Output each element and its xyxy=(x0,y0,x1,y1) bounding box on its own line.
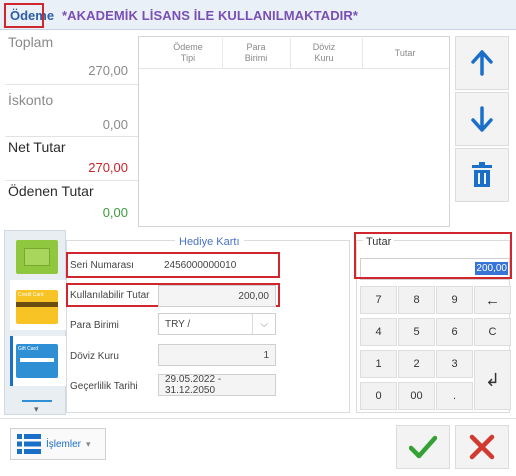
divider xyxy=(5,84,138,85)
key-decimal[interactable]: . xyxy=(436,382,473,410)
key-4[interactable]: 4 xyxy=(360,318,397,346)
key-6[interactable]: 6 xyxy=(436,318,473,346)
credit-card-tile-text: Credit Card xyxy=(18,292,44,298)
column-header-doviz-kuru[interactable]: Döviz Kuru xyxy=(294,42,354,64)
clear-key[interactable]: C xyxy=(474,318,511,346)
credit-card-tile[interactable]: Credit Card xyxy=(16,290,58,324)
scroll-down-icon[interactable]: ▾ xyxy=(34,404,39,415)
seri-numarasi-label: Seri Numarası xyxy=(70,260,134,271)
move-up-button[interactable] xyxy=(455,36,509,90)
key-00[interactable]: 00 xyxy=(398,382,435,410)
key-9[interactable]: 9 xyxy=(436,286,473,314)
key-7[interactable]: 7 xyxy=(360,286,397,314)
key-2[interactable]: 2 xyxy=(398,350,435,378)
divider xyxy=(5,136,138,137)
key-1[interactable]: 1 xyxy=(360,350,397,378)
doviz-kuru-field: 1 xyxy=(158,344,276,366)
grid-header-divider xyxy=(139,68,449,69)
move-down-button[interactable] xyxy=(455,92,509,146)
checkmark-icon xyxy=(409,435,437,459)
gift-card-tile-text: Gift Card xyxy=(18,346,39,352)
islemler-button[interactable]: İşlemler ▾ xyxy=(10,428,106,460)
kullanilabilir-tutar-field: 200,00 xyxy=(158,285,276,307)
tutar-highlight-box xyxy=(354,232,512,279)
card-stripe xyxy=(16,302,58,307)
column-header-line: Birimi xyxy=(244,53,268,63)
divider xyxy=(5,180,138,181)
net-tutar-label: Net Tutar xyxy=(8,139,66,155)
column-header-line: Tutar xyxy=(394,48,416,58)
net-tutar-value: 270,00 xyxy=(88,160,128,175)
list-icon xyxy=(17,434,41,454)
gecerlilik-tarihi-label: Geçerlilik Tarihi xyxy=(70,381,138,392)
column-header-line: Tipi xyxy=(180,53,196,63)
column-header-line: Döviz xyxy=(312,42,336,52)
odenen-tutar-value: 0,00 xyxy=(102,205,128,220)
kullanilabilir-tutar-label: Kullanılabilir Tutar xyxy=(70,290,150,301)
grid-column-divider xyxy=(222,38,223,68)
key-8[interactable]: 8 xyxy=(398,286,435,314)
para-birimi-value: TRY / xyxy=(165,318,191,330)
toplam-label: Toplam xyxy=(8,34,54,50)
para-birimi-label: Para Birimi xyxy=(70,320,119,331)
arrow-down-icon xyxy=(471,106,493,132)
caret-down-icon: ▾ xyxy=(86,438,91,449)
key-0[interactable]: 0 xyxy=(360,382,397,410)
iskonto-value: 0,00 xyxy=(102,117,128,132)
cancel-button[interactable] xyxy=(455,425,509,469)
payments-grid[interactable] xyxy=(138,36,450,227)
more-tile-bar xyxy=(22,400,52,402)
trash-icon xyxy=(472,162,492,187)
column-header-line: Kuru xyxy=(314,53,334,63)
key-3[interactable]: 3 xyxy=(436,350,473,378)
toplam-value: 270,00 xyxy=(88,63,128,78)
column-header-line: Ödeme xyxy=(173,42,203,52)
column-header-odeme-tipi[interactable]: Ödeme Tipi xyxy=(158,42,218,64)
enter-key[interactable]: ↲ xyxy=(474,350,511,410)
title-highlight-box xyxy=(4,3,44,28)
odenen-tutar-label: Ödenen Tutar xyxy=(8,183,94,199)
iskonto-label: İskonto xyxy=(8,92,54,108)
license-notice: *AKADEMİK LİSANS İLE KULLANILMAKTADIR* xyxy=(62,8,359,23)
gecerlilik-tarihi-field: 29.05.2022 - 31.12.2050 xyxy=(158,374,276,396)
column-header-line: Para xyxy=(246,42,266,52)
gift-card-title: Hediye Kartı xyxy=(175,236,244,248)
grid-column-divider xyxy=(362,38,363,68)
close-icon xyxy=(469,434,495,460)
gift-card-tile[interactable]: Gift Card xyxy=(16,344,58,378)
card-stripe xyxy=(20,358,54,362)
doviz-kuru-label: Döviz Kuru xyxy=(70,351,119,362)
key-5[interactable]: 5 xyxy=(398,318,435,346)
arrow-up-icon xyxy=(471,50,493,76)
seri-numarasi-input[interactable]: 2456000000010 xyxy=(158,254,276,276)
delete-payment-button[interactable] xyxy=(455,148,509,202)
column-header-tutar[interactable]: Tutar xyxy=(370,48,440,59)
column-header-para-birimi[interactable]: Para Birimi xyxy=(226,42,286,64)
islemler-label: İşlemler xyxy=(46,438,82,450)
cash-icon xyxy=(24,248,50,266)
backspace-key[interactable]: ← xyxy=(474,286,511,314)
grid-column-divider xyxy=(290,38,291,68)
chevron-down-icon[interactable]: ⌵ xyxy=(252,314,275,334)
confirm-button[interactable] xyxy=(396,425,450,469)
cash-payment-tile[interactable] xyxy=(16,240,58,274)
